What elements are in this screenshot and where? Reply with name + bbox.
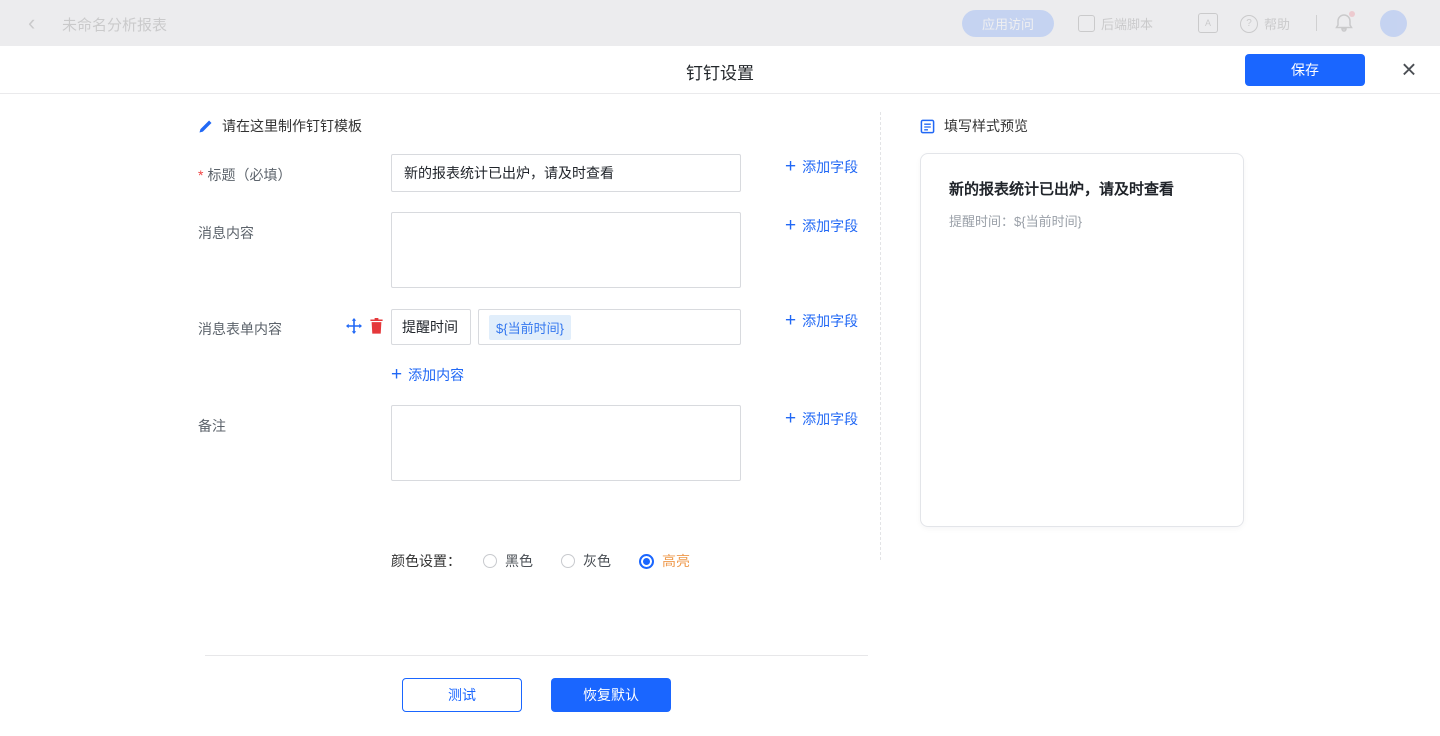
plus-icon: + [785,412,796,426]
restore-default-button[interactable]: 恢复默认 [551,678,671,712]
form-content-row-label: 消息表单内容 [198,319,282,339]
form-content-value-input[interactable]: ${当前时间} [478,309,741,345]
preview-card-title: 新的报表统计已出炉，请及时查看 [949,178,1219,199]
add-content-button[interactable]: + 添加内容 [391,365,464,385]
report-title: 未命名分析报表 [62,14,167,35]
message-content-textarea[interactable] [391,212,741,288]
add-content-label: 添加内容 [408,365,464,385]
plus-icon: + [785,160,796,174]
backend-script-button[interactable]: 后端脚本 [1078,14,1153,33]
dialog-title: 钉钉设置 [686,59,754,84]
add-field-label: 添加字段 [802,157,858,177]
variable-tag[interactable]: ${当前时间} [489,315,571,340]
plus-icon: + [391,368,402,382]
preview-card-meta: 提醒时间：${当前时间} [949,211,1082,230]
help-button[interactable]: ? 帮助 [1240,14,1290,33]
add-field-button-form-content[interactable]: + 添加字段 [785,311,858,331]
pencil-icon [198,119,213,134]
dingtalk-settings-dialog: 钉钉设置 保存 × 请在这里制作钉钉模板 *标题（必填） + 添加字段 消息内容… [0,46,1440,736]
preview-section-header: 填写样式预览 [920,116,1028,136]
move-icon[interactable] [346,318,362,334]
preview-card: 新的报表统计已出炉，请及时查看 提醒时间：${当前时间} [920,153,1244,527]
app-access-button[interactable]: 应用访问 [962,10,1054,37]
add-field-button-remark[interactable]: + 添加字段 [785,409,858,429]
plus-icon: + [785,314,796,328]
add-field-label: 添加字段 [802,409,858,429]
message-row-label: 消息内容 [198,223,254,243]
color-settings-row: 颜色设置： 黑色 灰色 高亮 [391,551,718,571]
radio-icon-selected[interactable] [639,554,654,569]
footer-divider [205,655,868,656]
close-icon[interactable]: × [1392,50,1426,88]
notification-dot [1349,11,1355,17]
radio-label: 高亮 [662,551,690,571]
radio-icon[interactable] [561,554,575,568]
plus-icon: + [785,219,796,233]
radio-icon[interactable] [483,554,497,568]
document-icon [920,119,935,134]
test-button[interactable]: 测试 [402,678,522,712]
app-topbar: ‹ 未命名分析报表 应用访问 后端脚本 A ? 帮助 [0,0,1440,46]
add-field-label: 添加字段 [802,311,858,331]
radio-option-highlight[interactable]: 高亮 [639,551,690,571]
delete-icon[interactable] [368,318,384,334]
form-content-key-input[interactable] [391,309,471,345]
back-icon[interactable]: ‹ [28,9,35,37]
remark-row-label: 备注 [198,416,226,436]
add-field-button-message[interactable]: + 添加字段 [785,216,858,236]
radio-option-black[interactable]: 黑色 [483,551,533,571]
add-field-label: 添加字段 [802,216,858,236]
backend-script-label: 后端脚本 [1101,14,1153,33]
vertical-divider [880,112,881,560]
help-label: 帮助 [1264,14,1290,33]
radio-label: 黑色 [505,551,533,571]
preview-header-label: 填写样式预览 [944,116,1028,136]
script-icon [1078,15,1095,32]
title-label-text: 标题（必填） [207,167,291,183]
template-section-header: 请在这里制作钉钉模板 [198,116,362,136]
template-header-label: 请在这里制作钉钉模板 [222,116,362,136]
radio-label: 灰色 [583,551,611,571]
add-field-button-title[interactable]: + 添加字段 [785,157,858,177]
title-input[interactable] [391,154,741,192]
required-mark: * [198,167,203,183]
color-settings-label: 颜色设置： [391,551,461,571]
avatar[interactable] [1380,10,1407,37]
save-button[interactable]: 保存 [1245,54,1365,86]
code-icon[interactable]: A [1198,13,1218,33]
title-row-label: *标题（必填） [198,165,291,185]
radio-option-gray[interactable]: 灰色 [561,551,611,571]
remark-textarea[interactable] [391,405,741,481]
question-icon: ? [1240,15,1258,33]
bell-icon[interactable] [1334,13,1354,33]
dialog-header: 钉钉设置 保存 × [0,46,1440,94]
topbar-divider [1316,15,1317,31]
